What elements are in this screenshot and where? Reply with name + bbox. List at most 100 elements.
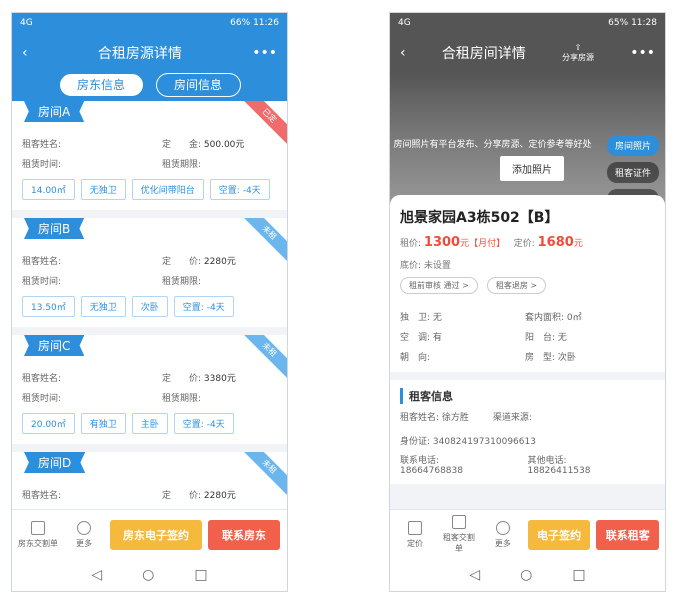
tenant-name-label: 租客姓名: xyxy=(22,139,62,150)
prop-ac: 空 调: 有 xyxy=(400,332,442,343)
lease-time-label: 租赁时间: xyxy=(22,393,62,404)
base-price: 底价: 未设置 xyxy=(400,261,451,271)
room-list: 房间A 已定 租客姓名: 定 金: 500.00元 租赁时间: 租赁期限: 14.0… xyxy=(12,101,287,509)
other-phone: 其他电话: 18826411538 xyxy=(527,455,591,476)
share-label: 分享房源 xyxy=(562,53,595,62)
status-bar: 4G 65% 11:28 xyxy=(390,13,665,33)
tenant-info: 租客信息 租客姓名: 徐方胜 渠道来源: 身份证: 340824197310096… xyxy=(390,380,665,484)
checkout-chip[interactable]: 租客退房 > xyxy=(486,277,547,294)
home-circle-icon[interactable]: ○ xyxy=(142,567,154,583)
room-card-d[interactable]: 房间D 未租 租客姓名:定 价: 2280元 租赁时间:租赁期限: xyxy=(12,452,287,509)
tag-bath: 无独卫 xyxy=(80,179,126,200)
room-card-a[interactable]: 房间A 已定 租客姓名: 定 金: 500.00元 租赁时间: 租赁期限: 14.0… xyxy=(12,101,287,210)
tenant-id-tab[interactable]: 租客证件 xyxy=(606,162,659,183)
back-triangle-icon[interactable]: ◁ xyxy=(91,567,102,583)
landlord-esign-button[interactable]: 房东电子签约 xyxy=(110,519,202,550)
tenant-title: 租客信息 xyxy=(400,388,655,404)
segment-tabs: 房东信息 房间信息 xyxy=(12,73,287,101)
price-value: 3380元 xyxy=(203,373,236,384)
room-name: 旭景家园A3栋502【B】 xyxy=(400,210,559,226)
pricing-button[interactable]: 定价 xyxy=(396,520,434,549)
share-group[interactable]: ⇧ 分享房源 xyxy=(562,43,594,63)
price-unit: 元 xyxy=(573,239,583,249)
channel-source: 渠道来源: xyxy=(492,412,532,423)
lease-term-label: 租赁期限: xyxy=(162,393,202,404)
price-value: 2280元 xyxy=(203,256,236,267)
rent-label: 租价: xyxy=(400,239,422,249)
battery-text: 65% xyxy=(608,18,629,28)
tag-area: 13.50㎡ xyxy=(22,296,75,317)
price-label: 定 价: xyxy=(162,373,202,384)
phone: 联系电话: 18664768838 xyxy=(400,455,463,476)
more-icon[interactable]: ••• xyxy=(630,45,655,61)
home-circle-icon[interactable]: ○ xyxy=(520,567,532,583)
room-label: 房间B xyxy=(24,218,85,239)
esign-button[interactable]: 电子签约 xyxy=(527,519,591,550)
signal-text: 4G xyxy=(20,18,33,28)
price-value: 2280元 xyxy=(203,490,236,501)
more-label: 更多 xyxy=(76,538,92,548)
tab-landlord[interactable]: 房东信息 xyxy=(58,73,144,97)
review-chip[interactable]: 租前审核 通过 > xyxy=(400,277,478,294)
room-label: 房间D xyxy=(24,452,86,473)
tenant-name-label: 租客姓名: xyxy=(22,373,62,384)
tag-area: 20.00㎡ xyxy=(22,413,75,434)
contact-tenant-button[interactable]: 联系租客 xyxy=(596,519,659,550)
back-triangle-icon[interactable]: ◁ xyxy=(469,567,480,583)
id-card: 身份证: 340824197310096613 xyxy=(400,436,536,447)
page-title: 合租房源详情 xyxy=(97,46,182,62)
lease-term-label: 租赁期限: xyxy=(162,276,202,287)
contact-landlord-button[interactable]: 联系房东 xyxy=(208,519,280,550)
price-label: 定 价: xyxy=(162,490,202,501)
tag-type: 主卧 xyxy=(131,413,168,434)
system-nav: ◁ ○ □ xyxy=(390,559,665,591)
more-dots-icon xyxy=(495,520,510,535)
price-label: 定价: xyxy=(513,239,535,249)
deposit-label: 定 金: xyxy=(162,139,202,150)
tenant-name-label: 租客姓名: xyxy=(22,256,62,267)
time-text: 11:26 xyxy=(253,18,279,28)
more-button[interactable]: 更多 xyxy=(484,520,522,549)
rent-unit: 元【月付】 xyxy=(460,239,506,249)
lease-time-label: 租赁时间: xyxy=(22,159,62,170)
back-icon[interactable]: ‹ xyxy=(400,45,406,61)
status-bar: 4G 66% 11:26 xyxy=(12,13,287,33)
tag-type: 优化间带阳台 xyxy=(131,179,204,200)
handover-button[interactable]: 房东交割单 xyxy=(18,520,58,549)
room-card-b[interactable]: 房间B 未租 租客姓名: 定 价: 2280元 租赁时间: 租赁期限: 13.50㎡… xyxy=(12,218,287,327)
room-photo-tab[interactable]: 房间照片 xyxy=(606,135,659,156)
back-icon[interactable]: ‹ xyxy=(22,45,28,61)
prop-roomtype: 房 型: 次卧 xyxy=(525,352,576,363)
deposit-value: 500.00元 xyxy=(203,139,245,150)
signal-text: 4G xyxy=(398,18,411,28)
prop-balcony: 阳 台: 无 xyxy=(525,332,567,343)
nav-bar: ‹ 合租房间详情 ⇧ 分享房源 ••• xyxy=(390,33,665,73)
tag-icon xyxy=(407,520,422,535)
tab-room[interactable]: 房间信息 xyxy=(155,73,241,97)
price-label: 定 价: xyxy=(162,256,202,267)
room-card-c[interactable]: 房间C 未租 租客姓名: 定 价: 3380元 租赁时间: 租赁期限: 20.00㎡… xyxy=(12,335,287,444)
recents-square-icon[interactable]: □ xyxy=(572,567,585,583)
bottom-toolbar: 定价 租客交割单 更多 电子签约 联系租客 xyxy=(390,509,665,559)
nav-bar: ‹ 合租房源详情 ••• xyxy=(12,33,287,73)
time-text: 11:28 xyxy=(631,18,657,28)
tag-bath: 无独卫 xyxy=(80,296,126,317)
recents-square-icon[interactable]: □ xyxy=(194,567,207,583)
more-icon[interactable]: ••• xyxy=(252,45,277,61)
add-photo-button[interactable]: 添加照片 xyxy=(500,156,564,181)
lease-term-label: 租赁期限: xyxy=(162,159,202,170)
rent-value: 1300 xyxy=(423,235,461,250)
tenant-handover-button[interactable]: 租客交割单 xyxy=(440,515,478,554)
tag-bath: 有独卫 xyxy=(80,413,126,434)
more-button[interactable]: 更多 xyxy=(64,520,104,549)
room-detail: 旭景家园A3栋502【B】 租价: 1300元【月付】 定价: 1680元 底价… xyxy=(390,195,665,372)
tenant-handover-label: 租客交割单 xyxy=(442,533,475,553)
more-label: 更多 xyxy=(494,538,511,548)
prop-bath: 独 卫: 无 xyxy=(400,312,442,323)
status-right: 65% 11:28 xyxy=(608,18,657,28)
property-grid: 独 卫: 无 套内面积: 0㎡ 空 调: 有 阳 台: 无 朝 向: 房 型: 次卧 xyxy=(400,306,655,366)
tag-area: 14.00㎡ xyxy=(22,179,75,200)
document-icon xyxy=(31,520,45,535)
system-nav: ◁ ○ □ xyxy=(12,559,287,591)
room-label: 房间C xyxy=(24,335,85,356)
